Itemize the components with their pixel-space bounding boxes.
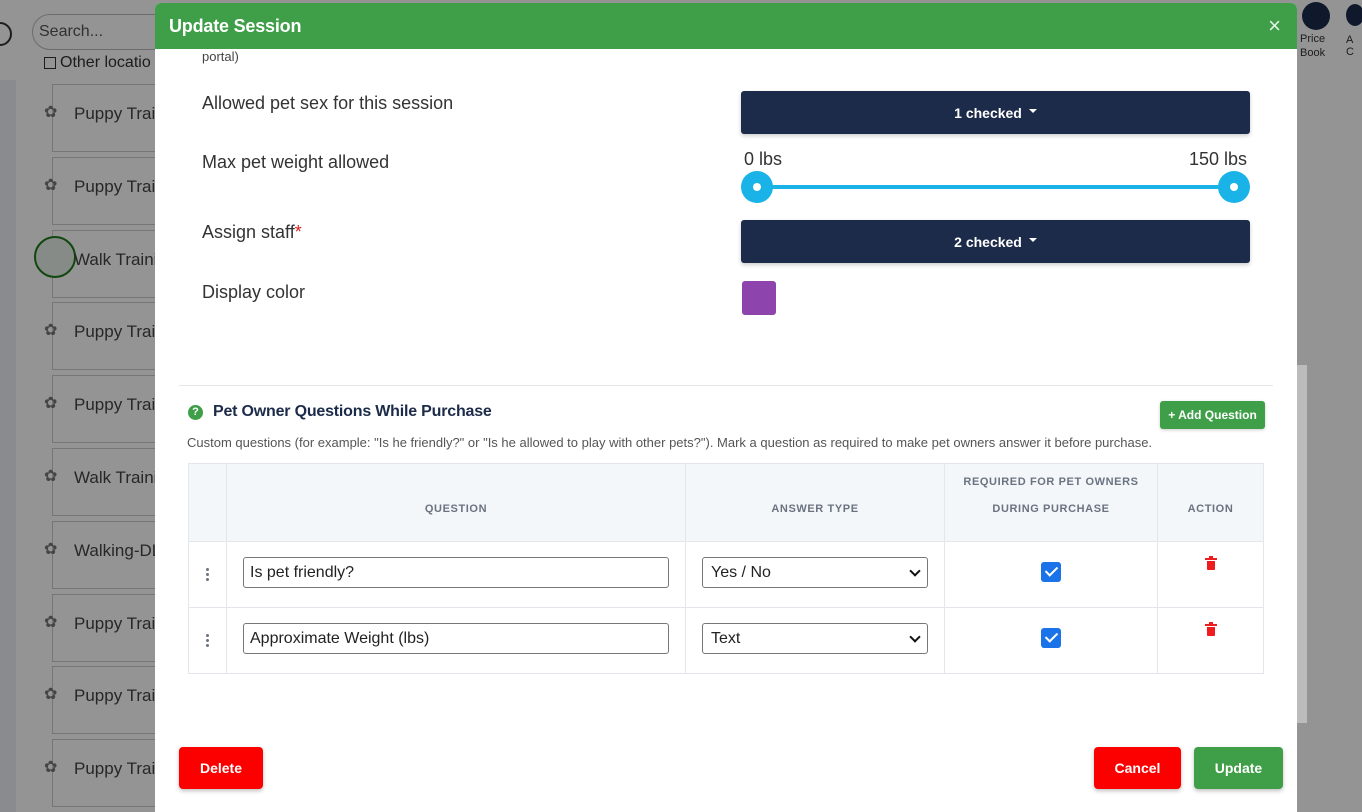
weight-min-handle[interactable] xyxy=(741,171,773,203)
modal-body: portal) Allowed pet sex for this session… xyxy=(155,49,1297,812)
add-question-button[interactable]: + Add Question xyxy=(1160,401,1265,429)
assign-staff-value: 2 checked xyxy=(954,233,1022,250)
table-row: Is pet friendly? Yes / No xyxy=(188,541,1264,608)
answer-type-value: Text xyxy=(711,629,741,647)
question-cell: Is pet friendly? xyxy=(226,541,686,608)
max-weight-label: Max pet weight allowed xyxy=(202,152,390,172)
answer-type-cell: Text xyxy=(685,607,945,674)
weight-max-handle[interactable] xyxy=(1218,171,1250,203)
questions-section-title: Pet Owner Questions While Purchase xyxy=(213,403,492,420)
questions-section-header: ? Pet Owner Questions While Purchase xyxy=(188,403,492,421)
close-icon[interactable]: × xyxy=(1268,15,1281,37)
questions-table: QUESTION ANSWER TYPE REQUIRED FOR PET OW… xyxy=(188,463,1264,674)
question-input[interactable]: Approximate Weight (lbs) xyxy=(243,623,669,654)
question-column-header: QUESTION xyxy=(226,463,686,542)
table-header-row: QUESTION ANSWER TYPE REQUIRED FOR PET OW… xyxy=(188,463,1264,542)
help-icon[interactable]: ? xyxy=(188,404,203,420)
required-checkbox[interactable] xyxy=(1041,562,1061,582)
action-column-header: ACTION xyxy=(1187,503,1234,515)
required-marker: * xyxy=(294,222,302,242)
table-row: Approximate Weight (lbs) Text xyxy=(188,607,1264,674)
weight-range-track[interactable] xyxy=(757,185,1235,189)
drag-cell xyxy=(188,607,227,674)
display-color-label: Display color xyxy=(202,282,306,302)
required-cell xyxy=(944,541,1158,608)
action-cell xyxy=(1158,542,1264,608)
page-scrollbar[interactable] xyxy=(1297,365,1307,723)
action-cell xyxy=(1158,608,1264,674)
assign-staff-dropdown[interactable]: 2 checked xyxy=(741,220,1250,263)
required-header-line1: REQUIRED FOR PET OWNERS xyxy=(963,476,1139,488)
caret-down-icon xyxy=(1028,237,1037,242)
chevron-down-icon xyxy=(909,564,921,577)
update-button[interactable]: Update xyxy=(1194,747,1283,789)
answer-type-cell: Yes / No xyxy=(685,541,945,608)
drag-handle-icon[interactable] xyxy=(206,634,209,647)
drag-column-header xyxy=(188,463,227,542)
required-cell xyxy=(944,607,1158,674)
assign-staff-label: Assign staff* xyxy=(202,222,302,243)
trash-icon[interactable] xyxy=(1204,621,1217,636)
truncated-text: portal) xyxy=(202,49,239,64)
weight-min-label: 0 lbs xyxy=(744,149,783,169)
answer-type-select[interactable]: Yes / No xyxy=(702,557,928,588)
pet-sex-label: Allowed pet sex for this session xyxy=(202,93,454,113)
assign-staff-text: Assign staff xyxy=(202,222,295,242)
pet-sex-dropdown[interactable]: 1 checked xyxy=(741,91,1250,134)
weight-max-label: 150 lbs xyxy=(1189,149,1248,169)
drag-handle-icon[interactable] xyxy=(206,568,209,581)
chevron-down-icon xyxy=(909,630,921,643)
trash-icon[interactable] xyxy=(1204,555,1217,570)
required-header-line2: DURING PURCHASE xyxy=(992,503,1110,515)
display-color-swatch[interactable] xyxy=(742,281,776,315)
modal-header: Update Session × xyxy=(155,3,1297,49)
pet-sex-value: 1 checked xyxy=(954,104,1022,121)
section-divider xyxy=(179,385,1273,386)
modal-title: Update Session xyxy=(169,15,302,36)
required-checkbox[interactable] xyxy=(1041,628,1061,648)
caret-down-icon xyxy=(1028,108,1037,113)
answer-type-column-header: ANSWER TYPE xyxy=(685,463,945,542)
answer-type-select[interactable]: Text xyxy=(702,623,928,654)
question-cell: Approximate Weight (lbs) xyxy=(226,607,686,674)
answer-type-value: Yes / No xyxy=(711,563,771,581)
drag-cell xyxy=(188,541,227,608)
required-column-header: REQUIRED FOR PET OWNERS DURING PURCHASE xyxy=(944,463,1158,542)
question-input[interactable]: Is pet friendly? xyxy=(243,557,669,588)
cancel-button[interactable]: Cancel xyxy=(1094,747,1181,789)
questions-description: Custom questions (for example: "Is he fr… xyxy=(187,435,1153,450)
update-session-modal: Update Session × portal) Allowed pet sex… xyxy=(155,3,1297,812)
delete-button[interactable]: Delete xyxy=(179,747,263,789)
